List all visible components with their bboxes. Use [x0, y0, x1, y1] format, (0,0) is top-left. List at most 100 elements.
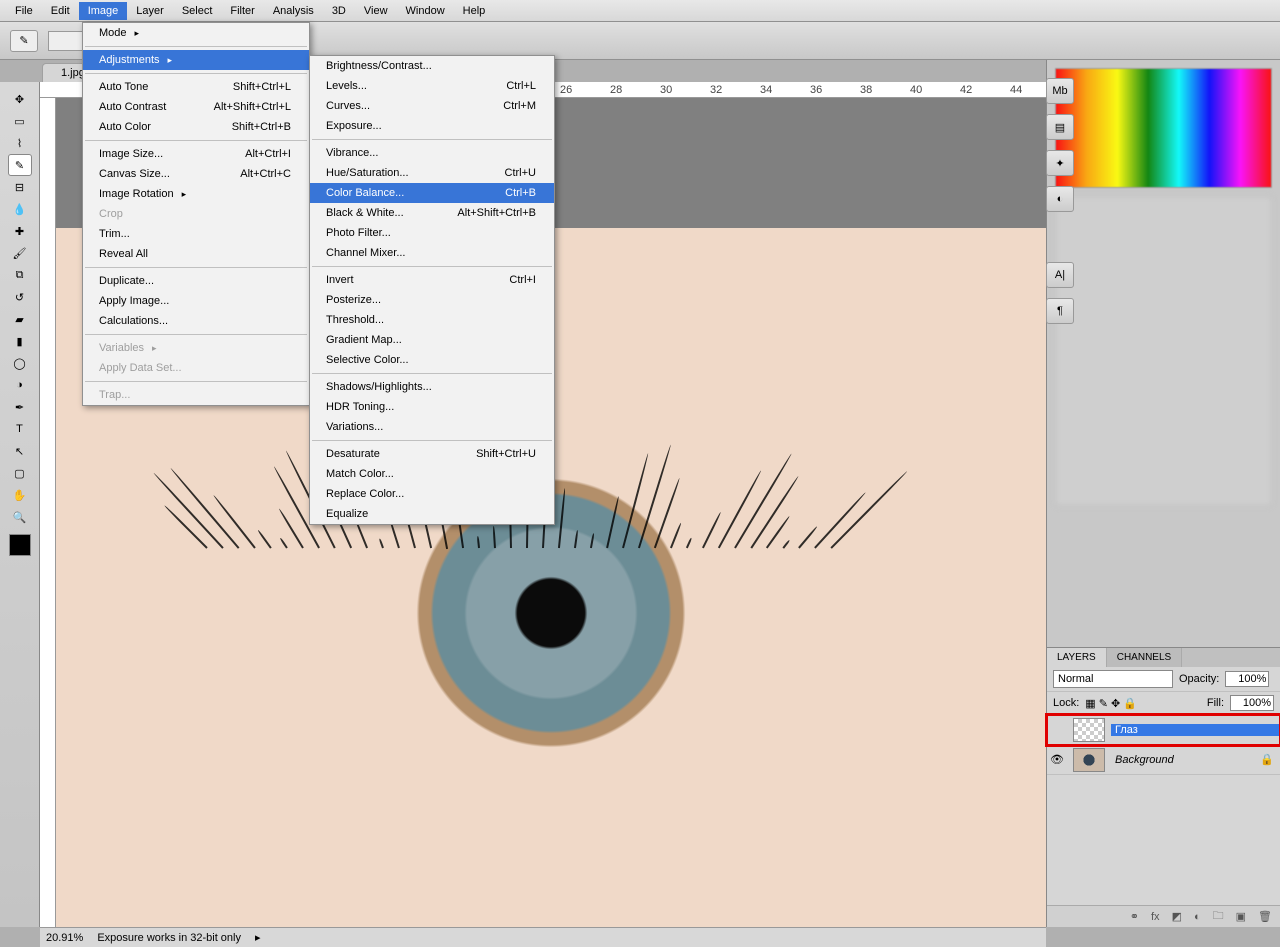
layer-name[interactable]: Background	[1111, 754, 1260, 766]
brush-tool[interactable]: 🖌	[8, 242, 32, 264]
menu-item-canvas-size[interactable]: Canvas Size...Alt+Ctrl+C	[83, 164, 309, 184]
type-tool[interactable]: T	[8, 418, 32, 440]
menu-item-replace-color[interactable]: Replace Color...	[310, 484, 554, 504]
lock-icons[interactable]: ▦ ✎ ✥ 🔒	[1085, 697, 1137, 710]
menu-item-adjustments[interactable]: Adjustments	[83, 50, 309, 70]
menu-layer[interactable]: Layer	[127, 2, 173, 20]
tool-preset-icon[interactable]: ✎	[10, 30, 38, 52]
blur-tool[interactable]: ◯	[8, 352, 32, 374]
eraser-tool[interactable]: ▰	[8, 308, 32, 330]
stamp-tool[interactable]: ⧉	[8, 264, 32, 286]
menu-file[interactable]: File	[6, 2, 42, 20]
menu-filter[interactable]: Filter	[221, 2, 263, 20]
mini-bridge-icon[interactable]: Mb	[1046, 78, 1074, 104]
menu-item-trim[interactable]: Trim...	[83, 224, 309, 244]
menu-item-color-balance[interactable]: Color Balance...Ctrl+B	[310, 183, 554, 203]
link-layers-icon[interactable]: ⚭	[1130, 910, 1139, 923]
menu-item-photo-filter[interactable]: Photo Filter...	[310, 223, 554, 243]
swatches-icon[interactable]: ▤	[1046, 114, 1074, 140]
move-tool[interactable]: ✥	[8, 88, 32, 110]
menu-item-reveal-all[interactable]: Reveal All	[83, 244, 309, 264]
menu-item-desaturate[interactable]: DesaturateShift+Ctrl+U	[310, 444, 554, 464]
lasso-tool[interactable]: ⌇	[8, 132, 32, 154]
menu-item-match-color[interactable]: Match Color...	[310, 464, 554, 484]
menu-item-variations[interactable]: Variations...	[310, 417, 554, 437]
history-panel[interactable]	[1055, 196, 1272, 506]
delete-layer-icon[interactable]: 🗑	[1258, 910, 1272, 923]
character-icon[interactable]: A|	[1046, 262, 1074, 288]
menu-item-image-size[interactable]: Image Size...Alt+Ctrl+I	[83, 144, 309, 164]
hand-tool[interactable]: ✋	[8, 484, 32, 506]
menu-item-hue-saturation[interactable]: Hue/Saturation...Ctrl+U	[310, 163, 554, 183]
menu-item-equalize[interactable]: Equalize	[310, 504, 554, 524]
menu-edit[interactable]: Edit	[42, 2, 79, 20]
visibility-icon[interactable]: 👁	[1047, 753, 1067, 766]
menu-item-invert[interactable]: InvertCtrl+I	[310, 270, 554, 290]
menu-item-black-white[interactable]: Black & White...Alt+Shift+Ctrl+B	[310, 203, 554, 223]
foreground-color-swatch[interactable]	[9, 534, 31, 556]
layer-thumbnail[interactable]	[1073, 718, 1105, 742]
adjustments-icon[interactable]: ◐	[1046, 186, 1074, 212]
layer-fx-icon[interactable]: fx	[1151, 911, 1160, 923]
menu-item-gradient-map[interactable]: Gradient Map...	[310, 330, 554, 350]
menu-item-posterize[interactable]: Posterize...	[310, 290, 554, 310]
menu-item-shadows-highlights[interactable]: Shadows/Highlights...	[310, 377, 554, 397]
status-arrow-icon[interactable]: ▸	[255, 931, 261, 944]
new-layer-icon[interactable]: ▣	[1236, 910, 1246, 923]
zoom-tool[interactable]: 🔍	[8, 506, 32, 528]
menu-select[interactable]: Select	[173, 2, 222, 20]
layer-thumbnail[interactable]	[1073, 748, 1105, 772]
gradient-tool[interactable]: ▮	[8, 330, 32, 352]
right-panels: LAYERS CHANNELS Normal Opacity: 100% Loc…	[1046, 60, 1280, 927]
paragraph-icon[interactable]: ¶	[1046, 298, 1074, 324]
menu-item-calculations[interactable]: Calculations...	[83, 311, 309, 331]
pen-tool[interactable]: ✒	[8, 396, 32, 418]
rectangle-tool[interactable]: ▢	[8, 462, 32, 484]
menu-item-curves[interactable]: Curves...Ctrl+M	[310, 96, 554, 116]
dodge-tool[interactable]: ◑	[8, 374, 32, 396]
layer-row[interactable]: Глаз	[1047, 715, 1280, 745]
quick-select-tool[interactable]: ✎	[8, 154, 32, 176]
history-brush-tool[interactable]: ↺	[8, 286, 32, 308]
color-panel[interactable]	[1055, 68, 1272, 188]
toolbox: ✥▭⌇✎⊟💧✚🖌⧉↺▰▮◯◑✒T↖▢✋🔍	[0, 82, 40, 927]
styles-icon[interactable]: ✦	[1046, 150, 1074, 176]
menu-item-image-rotation[interactable]: Image Rotation	[83, 184, 309, 204]
menu-item-brightness-contrast[interactable]: Brightness/Contrast...	[310, 56, 554, 76]
crop-tool[interactable]: ⊟	[8, 176, 32, 198]
heal-tool[interactable]: ✚	[8, 220, 32, 242]
menu-help[interactable]: Help	[454, 2, 495, 20]
menu-item-auto-color[interactable]: Auto ColorShift+Ctrl+B	[83, 117, 309, 137]
layer-name[interactable]: Глаз	[1111, 724, 1280, 736]
channels-tab[interactable]: CHANNELS	[1107, 648, 1182, 667]
blend-mode-select[interactable]: Normal	[1053, 670, 1173, 688]
menu-item-exposure[interactable]: Exposure...	[310, 116, 554, 136]
marquee-tool[interactable]: ▭	[8, 110, 32, 132]
menu-item-auto-contrast[interactable]: Auto ContrastAlt+Shift+Ctrl+L	[83, 97, 309, 117]
menu-item-levels[interactable]: Levels...Ctrl+L	[310, 76, 554, 96]
menu-view[interactable]: View	[355, 2, 397, 20]
menu-item-threshold[interactable]: Threshold...	[310, 310, 554, 330]
layer-mask-icon[interactable]: ◩	[1172, 910, 1182, 923]
zoom-level[interactable]: 20.91%	[46, 932, 83, 944]
menu-image[interactable]: Image	[79, 2, 128, 20]
menu-item-auto-tone[interactable]: Auto ToneShift+Ctrl+L	[83, 77, 309, 97]
menu-item-hdr-toning[interactable]: HDR Toning...	[310, 397, 554, 417]
menu-item-apply-image[interactable]: Apply Image...	[83, 291, 309, 311]
menu-item-vibrance[interactable]: Vibrance...	[310, 143, 554, 163]
menu-item-selective-color[interactable]: Selective Color...	[310, 350, 554, 370]
menu-3d[interactable]: 3D	[323, 2, 355, 20]
menu-item-mode[interactable]: Mode	[83, 23, 309, 43]
layers-tab[interactable]: LAYERS	[1047, 648, 1107, 667]
menu-item-channel-mixer[interactable]: Channel Mixer...	[310, 243, 554, 263]
menu-analysis[interactable]: Analysis	[264, 2, 323, 20]
path-select-tool[interactable]: ↖	[8, 440, 32, 462]
layer-row[interactable]: 👁Background🔒	[1047, 745, 1280, 775]
adjustment-layer-icon[interactable]: ◐	[1194, 911, 1201, 923]
layer-group-icon[interactable]: 🗀	[1213, 907, 1224, 926]
eyedropper-tool[interactable]: 💧	[8, 198, 32, 220]
opacity-input[interactable]: 100%	[1225, 671, 1269, 687]
fill-input[interactable]: 100%	[1230, 695, 1274, 711]
menu-window[interactable]: Window	[397, 2, 454, 20]
menu-item-duplicate[interactable]: Duplicate...	[83, 271, 309, 291]
